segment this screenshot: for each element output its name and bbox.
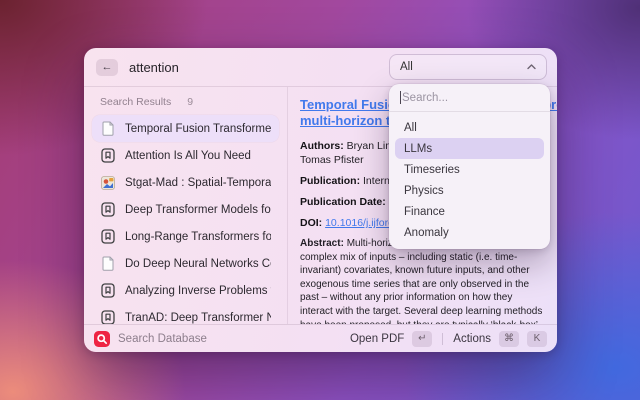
- bookmark-icon: [100, 310, 116, 325]
- header-bar: ← attention All: [84, 48, 557, 87]
- document-icon: [100, 121, 116, 137]
- dropdown-search-row: [389, 84, 550, 112]
- result-item[interactable]: Deep Transformer Models for Ti...: [92, 196, 279, 223]
- bookmark-icon: [100, 148, 116, 164]
- result-title: Analyzing Inverse Problems with...: [125, 285, 271, 297]
- query-input[interactable]: attention: [129, 60, 179, 75]
- launcher-window: ← attention All Search Results 9 Tempora…: [84, 48, 557, 352]
- dropdown-option-anomaly[interactable]: Anomaly: [395, 222, 544, 243]
- k-key-badge: K: [527, 331, 547, 347]
- result-title: TranAD: Deep Transformer Net...: [125, 312, 271, 324]
- authors-label: Authors:: [300, 140, 344, 152]
- result-item[interactable]: Stgat-Mad : Spatial-Temporal Gr...: [92, 169, 279, 196]
- result-item[interactable]: Temporal Fusion Transformers f...: [92, 115, 279, 142]
- result-item[interactable]: Analyzing Inverse Problems with...: [92, 277, 279, 304]
- dropdown-search-input[interactable]: [400, 91, 539, 105]
- return-key-badge: ↵: [412, 331, 432, 347]
- result-item[interactable]: Long-Range Transformers for D...: [92, 223, 279, 250]
- result-title: Stgat-Mad : Spatial-Temporal Gr...: [125, 177, 271, 189]
- result-title: Deep Transformer Models for Ti...: [125, 204, 271, 216]
- chevron-up-icon: [527, 64, 536, 70]
- text-caret: [400, 91, 401, 104]
- result-title: Temporal Fusion Transformers f...: [125, 123, 271, 135]
- results-panel: Search Results 9 Temporal Fusion Transfo…: [84, 87, 288, 324]
- back-arrow-icon: ←: [102, 61, 113, 73]
- search-database-icon: [94, 331, 110, 347]
- action-bar: Search Database Open PDF ↵ Actions ⌘ K: [84, 324, 557, 352]
- bookmark-icon: [100, 283, 116, 299]
- filter-dropdown-panel: All LLMs Timeseries Physics Finance Anom…: [389, 84, 550, 249]
- result-title: Attention Is All You Need: [125, 150, 251, 162]
- result-title: Long-Range Transformers for D...: [125, 231, 271, 243]
- bookmark-icon: [100, 229, 116, 245]
- publication-date-label: Publication Date:: [300, 196, 386, 208]
- dropdown-option-all[interactable]: All: [395, 117, 544, 138]
- image-icon: [100, 175, 116, 191]
- back-button[interactable]: ←: [96, 59, 118, 76]
- doi-label: DOI:: [300, 217, 322, 229]
- open-pdf-button[interactable]: Open PDF: [350, 333, 404, 345]
- footer-divider: [442, 333, 443, 345]
- result-item[interactable]: Attention Is All You Need: [92, 142, 279, 169]
- publication-label: Publication:: [300, 175, 360, 187]
- abstract-label: Abstract:: [300, 238, 344, 249]
- filter-selected-label: All: [400, 61, 413, 73]
- abstract-value: Multi-horizon forecasting often contains…: [300, 238, 542, 324]
- actions-button[interactable]: Actions: [453, 333, 491, 345]
- result-item[interactable]: Do Deep Neural Networks Contr...: [92, 250, 279, 277]
- abstract-text: Abstract: Multi-horizon forecasting ofte…: [300, 237, 545, 324]
- result-item[interactable]: TranAD: Deep Transformer Net...: [92, 304, 279, 324]
- extension-name-label: Search Database: [118, 333, 207, 345]
- filter-dropdown-trigger[interactable]: All: [389, 54, 547, 80]
- result-title: Do Deep Neural Networks Contr...: [125, 258, 271, 270]
- document-icon: [100, 256, 116, 272]
- dropdown-option-llms[interactable]: LLMs: [395, 138, 544, 159]
- dropdown-option-finance[interactable]: Finance: [395, 201, 544, 222]
- command-key-badge: ⌘: [499, 331, 519, 347]
- results-header-label: Search Results: [100, 96, 171, 108]
- dropdown-option-timeseries[interactable]: Timeseries: [395, 159, 544, 180]
- dropdown-option-physics[interactable]: Physics: [395, 180, 544, 201]
- results-count: 9: [187, 96, 193, 108]
- bookmark-icon: [100, 202, 116, 218]
